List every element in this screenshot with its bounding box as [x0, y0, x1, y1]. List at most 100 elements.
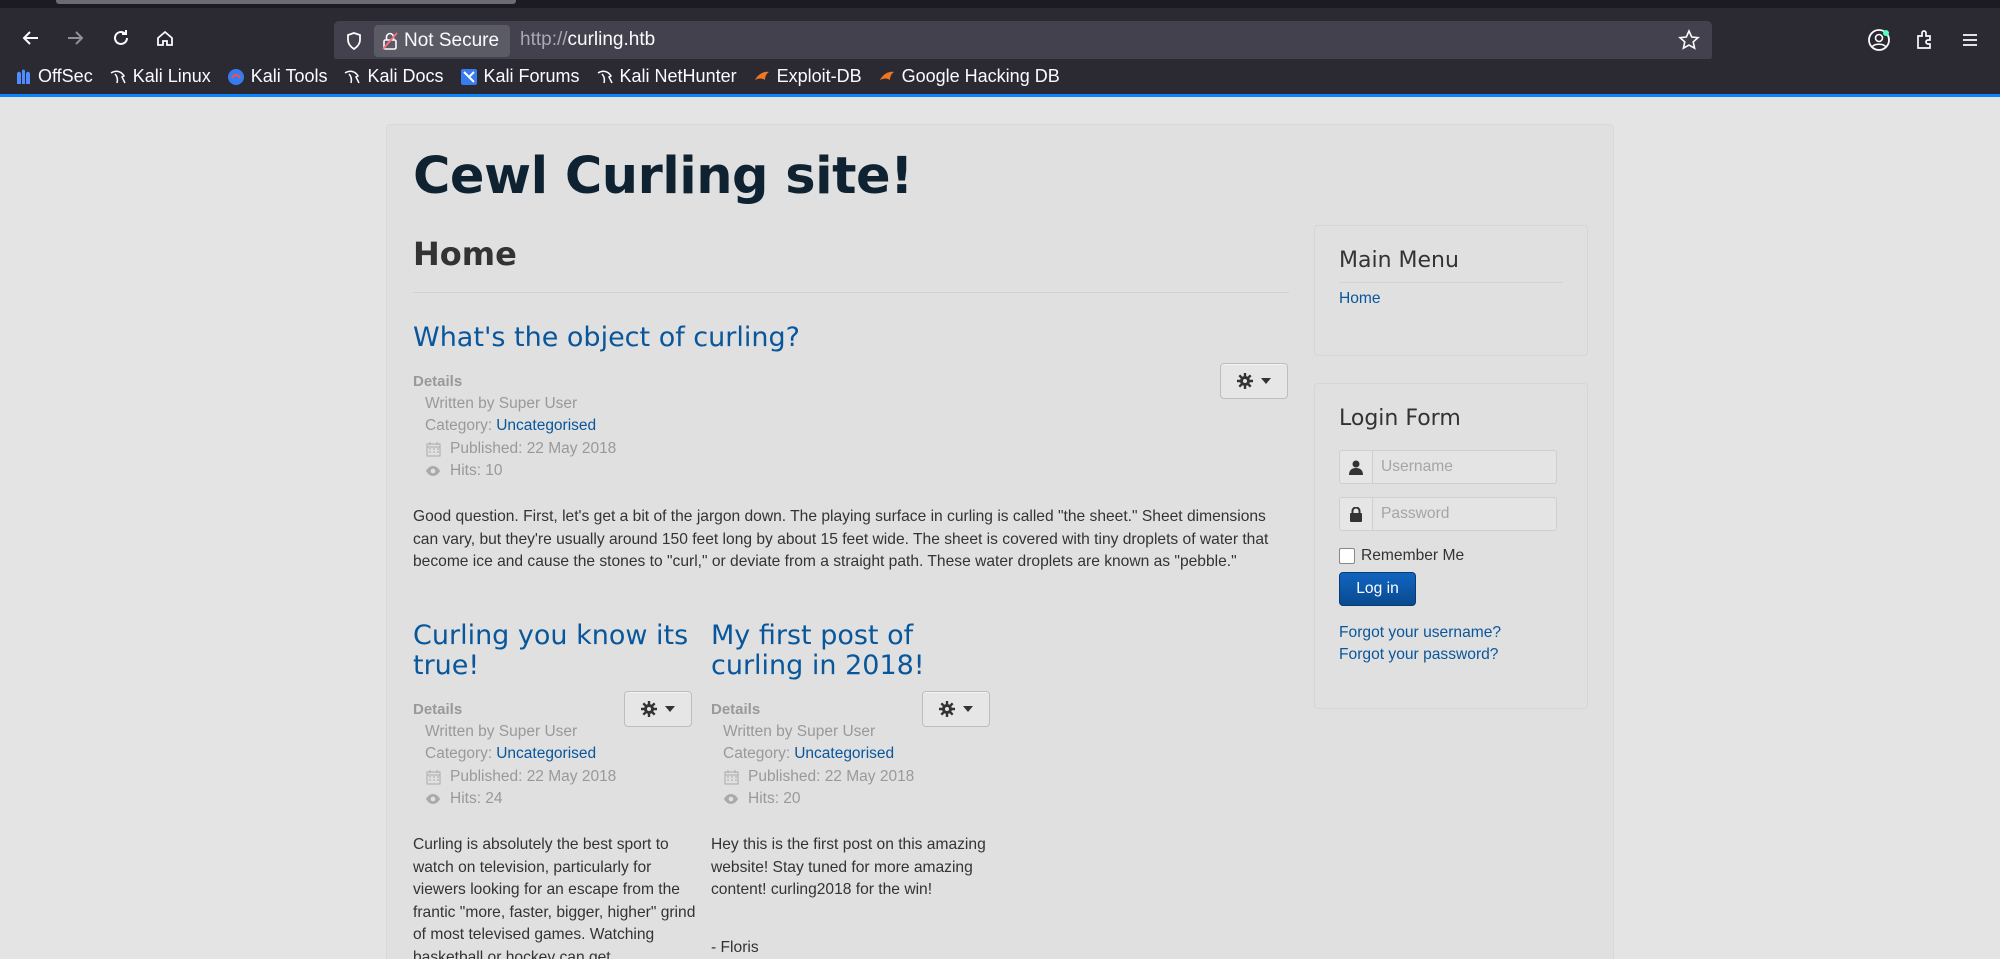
kali-dragon-icon [596, 68, 614, 86]
kali-forums-icon [460, 68, 478, 86]
hits-count: Hits: 10 [450, 462, 503, 479]
category-link[interactable]: Uncategorised [794, 745, 894, 763]
gear-icon [939, 701, 955, 717]
article-author: Written by Super User [425, 723, 578, 740]
extensions-button[interactable] [1910, 25, 1940, 55]
article-tools-button[interactable] [624, 691, 692, 727]
hits-count: Hits: 24 [450, 790, 503, 807]
category-link[interactable]: Uncategorised [496, 745, 596, 763]
published-date: Published: 22 May 2018 [748, 768, 915, 785]
bookmark-kali-nethunter[interactable]: Kali NetHunter [596, 66, 737, 87]
bookmark-label: Google Hacking DB [901, 66, 1060, 86]
details-label: Details [413, 373, 463, 390]
article-published: Published: 22 May 2018 [723, 768, 914, 786]
browser-toolbar: Not Secure http://curling.htb [0, 8, 2000, 61]
exploit-db-icon [878, 68, 896, 86]
bookmark-star-button[interactable] [1678, 29, 1700, 56]
bookmark-exploit-db[interactable]: Exploit-DB [753, 66, 862, 87]
active-tab[interactable] [56, 0, 516, 4]
article-hits: Hits: 10 [425, 462, 503, 480]
security-indicator[interactable]: Not Secure [374, 25, 510, 57]
home-button[interactable] [148, 21, 182, 55]
article-tools-button[interactable] [1220, 363, 1288, 399]
bookmark-label: Kali Docs [367, 66, 444, 86]
remember-me-checkbox[interactable] [1339, 548, 1355, 564]
password-field-group: Password [1339, 497, 1557, 531]
bookmark-label: OffSec [38, 66, 93, 86]
url-bar[interactable]: Not Secure http://curling.htb [334, 21, 1712, 61]
bookmark-google-hacking-db[interactable]: Google Hacking DB [878, 66, 1060, 87]
eye-icon [425, 791, 441, 807]
menu-item-home[interactable]: Home [1339, 290, 1381, 308]
article-title-line: curling in 2018! [711, 650, 925, 681]
hamburger-menu-icon [1963, 34, 1977, 46]
url-text[interactable]: http://curling.htb [520, 29, 655, 51]
published-date: Published: 22 May 2018 [450, 440, 617, 457]
kali-dragon-icon [109, 68, 127, 86]
user-icon [1339, 450, 1373, 484]
account-button[interactable] [1864, 25, 1894, 55]
username-field-group: Username [1339, 450, 1557, 484]
module-title: Main Menu [1339, 248, 1459, 273]
forward-button[interactable] [58, 21, 92, 55]
article-category: Category: Uncategorised [425, 745, 596, 763]
article-published: Published: 22 May 2018 [425, 440, 616, 458]
page-heading: Home [413, 235, 517, 273]
bookmark-label: Kali Tools [250, 66, 328, 86]
bookmark-offsec[interactable]: OffSec [14, 66, 93, 87]
home-icon [157, 30, 173, 46]
main-menu-module: Main Menu Home [1314, 225, 1588, 356]
login-button[interactable]: Log in [1339, 572, 1416, 606]
bookmark-label: Kali NetHunter [619, 66, 737, 86]
site-title[interactable]: Cewl Curling site! [413, 147, 913, 206]
published-date: Published: 22 May 2018 [450, 768, 617, 785]
reload-button[interactable] [104, 21, 138, 55]
article-tools-button[interactable] [922, 691, 990, 727]
bookmark-label: Kali Linux [132, 66, 211, 86]
back-button[interactable] [14, 21, 48, 55]
login-form-module: Login Form Username Password Remember Me… [1314, 383, 1588, 709]
article-title-line: Curling you know its [413, 620, 689, 651]
tracking-shield-icon[interactable] [342, 29, 366, 53]
article-category: Category: Uncategorised [723, 745, 894, 763]
site-container: Cewl Curling site! Home What's the objec… [386, 124, 1614, 959]
offsec-icon [14, 68, 32, 86]
bookmark-kali-forums[interactable]: Kali Forums [460, 66, 580, 87]
insecure-lock-icon [382, 32, 398, 50]
category-prefix: Category: [723, 745, 791, 762]
arrow-right-icon [68, 31, 84, 45]
bookmark-label: Kali Forums [483, 66, 580, 86]
article-title-link[interactable]: What's the object of curling? [413, 323, 800, 353]
article-title-link[interactable]: Curling you know its true! [413, 621, 703, 681]
arrow-left-icon [22, 31, 38, 45]
kali-dragon-icon [343, 68, 361, 86]
bookmark-kali-tools[interactable]: Kali Tools [227, 66, 328, 87]
forgot-username-link[interactable]: Forgot your username? [1339, 624, 1501, 642]
article-signature: - Floris [711, 939, 759, 956]
account-icon [1868, 29, 1890, 51]
eye-icon [425, 463, 441, 479]
page-viewport: Cewl Curling site! Home What's the objec… [0, 100, 2000, 959]
lock-icon [1339, 497, 1373, 531]
article-category: Category: Uncategorised [425, 417, 596, 435]
eye-icon [723, 791, 739, 807]
bookmarks-toolbar: OffSec Kali Linux Kali Tools Kali Docs K… [0, 59, 2000, 97]
category-link[interactable]: Uncategorised [496, 417, 596, 435]
article-body: Curling is absolutely the best sport to … [413, 836, 696, 959]
article-body: Good question. First, let's get a bit of… [413, 508, 1269, 570]
username-input[interactable]: Username [1373, 450, 1557, 484]
module-title: Login Form [1339, 406, 1461, 431]
password-input[interactable]: Password [1373, 497, 1557, 531]
kali-tools-icon [227, 68, 245, 86]
bookmark-kali-docs[interactable]: Kali Docs [343, 66, 444, 87]
forgot-password-link[interactable]: Forgot your password? [1339, 646, 1498, 664]
remember-me-label: Remember Me [1361, 547, 1465, 564]
tab-strip [0, 0, 2000, 8]
app-menu-button[interactable] [1955, 25, 1985, 55]
bookmark-kali-linux[interactable]: Kali Linux [109, 66, 211, 87]
security-label: Not Secure [404, 30, 500, 51]
puzzle-icon [1917, 30, 1931, 49]
article-title-line: My first post of [711, 620, 914, 651]
details-label: Details [711, 701, 761, 718]
article-title-link[interactable]: My first post of curling in 2018! [711, 621, 1001, 681]
